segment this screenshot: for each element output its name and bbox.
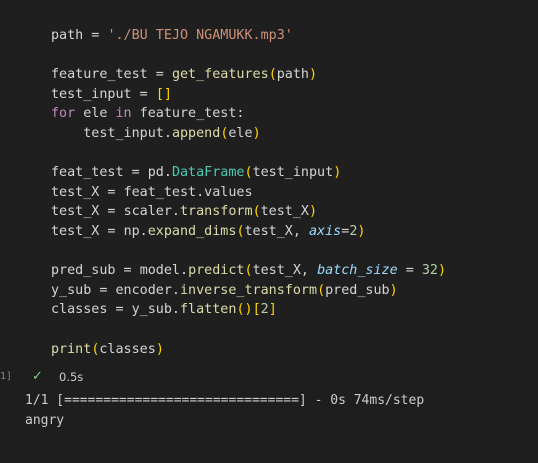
code-token: expand_dims: [147, 224, 237, 239]
code-token: model.: [139, 263, 189, 279]
code-token: predict: [188, 263, 245, 279]
code-token: './BU TEJO NGAMUKK.mp3': [107, 28, 293, 43]
execution-count: 1]: [0, 371, 13, 382]
code-token: ): [252, 126, 261, 141]
code-token: ): [333, 165, 342, 181]
code-token: flatten: [180, 302, 237, 318]
code-token: (: [244, 263, 253, 279]
code-token: classes: [51, 302, 108, 318]
code-line[interactable]: feature_test = get_features(path): [51, 65, 317, 85]
code-token: inverse_transform: [180, 282, 318, 298]
code-token: =: [91, 282, 116, 298]
code-token: 32: [421, 263, 438, 279]
code-token: =: [83, 28, 108, 43]
code-line[interactable]: feat_test = pd.DataFrame(test_input): [51, 163, 341, 183]
code-token: 2: [260, 302, 269, 318]
code-token: ): [309, 67, 318, 83]
code-token: scaler.: [123, 204, 180, 220]
code-token: test_X,: [252, 263, 318, 279]
execution-time: 0.5s: [59, 370, 84, 384]
code-token: in: [115, 106, 132, 122]
code-token: classes: [99, 341, 156, 357]
code-token: ): [438, 263, 447, 279]
code-token: ele: [228, 126, 253, 141]
code-token: ): [309, 204, 318, 220]
code-token: batch_size: [317, 263, 398, 279]
code-token: [: [252, 302, 261, 318]
code-token: feat_test.values: [123, 184, 253, 200]
code-line[interactable]: test_input = []: [51, 85, 172, 105]
code-token: (: [236, 224, 245, 239]
code-token: =: [131, 86, 156, 102]
code-token: pred_sub: [51, 263, 116, 279]
code-token: =: [397, 263, 422, 279]
code-line[interactable]: pred_sub = model.predict(test_X, batch_s…: [51, 261, 446, 281]
code-token: encoder.: [115, 282, 181, 298]
code-token: print: [51, 341, 92, 357]
code-token: ): [155, 341, 164, 357]
code-token: (): [236, 302, 253, 318]
code-line[interactable]: test_input.append(ele): [51, 124, 261, 144]
code-line[interactable]: y_sub = encoder.inverse_transform(pred_s…: [51, 281, 398, 301]
code-token: feat_test: [51, 165, 124, 181]
code-token: (: [244, 165, 253, 181]
code-line[interactable]: classes = y_sub.flatten()[2]: [51, 300, 277, 320]
code-line[interactable]: path = './BU TEJO NGAMUKK.mp3': [51, 26, 293, 46]
code-token: path: [276, 67, 309, 83]
code-token: =: [107, 302, 132, 318]
code-token: test_input: [252, 165, 334, 181]
code-token: axis: [309, 224, 342, 239]
code-token: DataFrame: [171, 165, 245, 181]
cell-output: 1/1 [==============================] - 0…: [0, 391, 538, 463]
code-token: =: [123, 165, 148, 181]
code-token: ele: [75, 106, 116, 122]
code-token: for: [51, 106, 76, 122]
code-token: test_input: [51, 86, 132, 102]
code-line[interactable]: test_X = feat_test.values: [51, 183, 253, 203]
code-token: =: [99, 204, 124, 220]
code-token: y_sub.: [131, 302, 180, 318]
code-line[interactable]: test_X = scaler.transform(test_X): [51, 202, 317, 222]
check-icon: ✓: [32, 369, 43, 384]
code-token: ): [357, 224, 366, 239]
code-token: np.: [123, 224, 148, 239]
code-token: (: [268, 67, 277, 83]
code-token: ]: [268, 302, 277, 318]
code-token: pred_sub: [325, 282, 390, 298]
code-token: y_sub: [51, 282, 92, 298]
code-token: test_X: [260, 204, 309, 220]
code-token: test_X: [51, 224, 100, 239]
code-token: =: [147, 67, 172, 83]
code-token: path: [51, 28, 84, 43]
code-token: ): [389, 282, 398, 298]
code-token: pd.: [147, 165, 172, 181]
code-token: append: [171, 126, 221, 141]
output-line-result: angry: [25, 413, 65, 428]
code-token: []: [155, 86, 172, 102]
code-token: transform: [180, 204, 253, 220]
code-token: =: [99, 224, 124, 239]
code-token: (: [252, 204, 261, 220]
code-token: get_features: [171, 67, 269, 83]
code-token: (: [317, 282, 326, 298]
code-token: test_X,: [244, 224, 309, 239]
code-token: test_X: [51, 184, 100, 200]
code-token: test_input.: [51, 126, 172, 141]
code-token: =: [99, 184, 124, 200]
code-token: feature_test:: [131, 106, 245, 122]
code-line[interactable]: for ele in feature_test:: [51, 104, 245, 124]
code-token: test_X: [51, 204, 100, 220]
code-token: =: [115, 263, 140, 279]
output-line-progress: 1/1 [==============================] - 0…: [25, 393, 425, 408]
code-line[interactable]: test_X = np.expand_dims(test_X, axis=2): [51, 222, 365, 242]
code-line[interactable]: print(classes): [51, 340, 164, 360]
code-token: feature_test: [51, 67, 148, 83]
